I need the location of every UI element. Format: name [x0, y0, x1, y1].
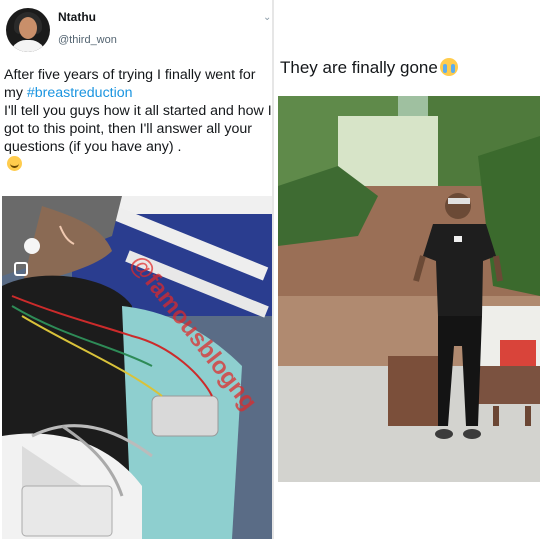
smile-icon: [7, 156, 22, 171]
right-panel: They are finally gone: [274, 0, 542, 539]
cry-icon: [439, 58, 458, 76]
author-handle[interactable]: @third_won: [58, 34, 117, 46]
chevron-down-icon[interactable]: ⌄: [263, 13, 271, 23]
hashtag-link[interactable]: #breastreduction: [27, 85, 133, 101]
tweet-card: Ntathu @third_won ⌄ After five years of …: [0, 0, 272, 539]
panel-title-text: They are finally gone: [280, 58, 438, 77]
author-name[interactable]: Ntathu: [58, 10, 96, 24]
after-photo[interactable]: [278, 96, 540, 482]
tweet-text: After five years of trying I finally wen…: [4, 66, 272, 174]
tweet-photo[interactable]: [2, 196, 272, 539]
panel-title: They are finally gone: [280, 58, 458, 78]
avatar[interactable]: [6, 8, 50, 52]
tweet-text-part2: I'll tell you guys how it all started an…: [4, 103, 272, 155]
gallery-indicator-icon: [14, 262, 28, 276]
